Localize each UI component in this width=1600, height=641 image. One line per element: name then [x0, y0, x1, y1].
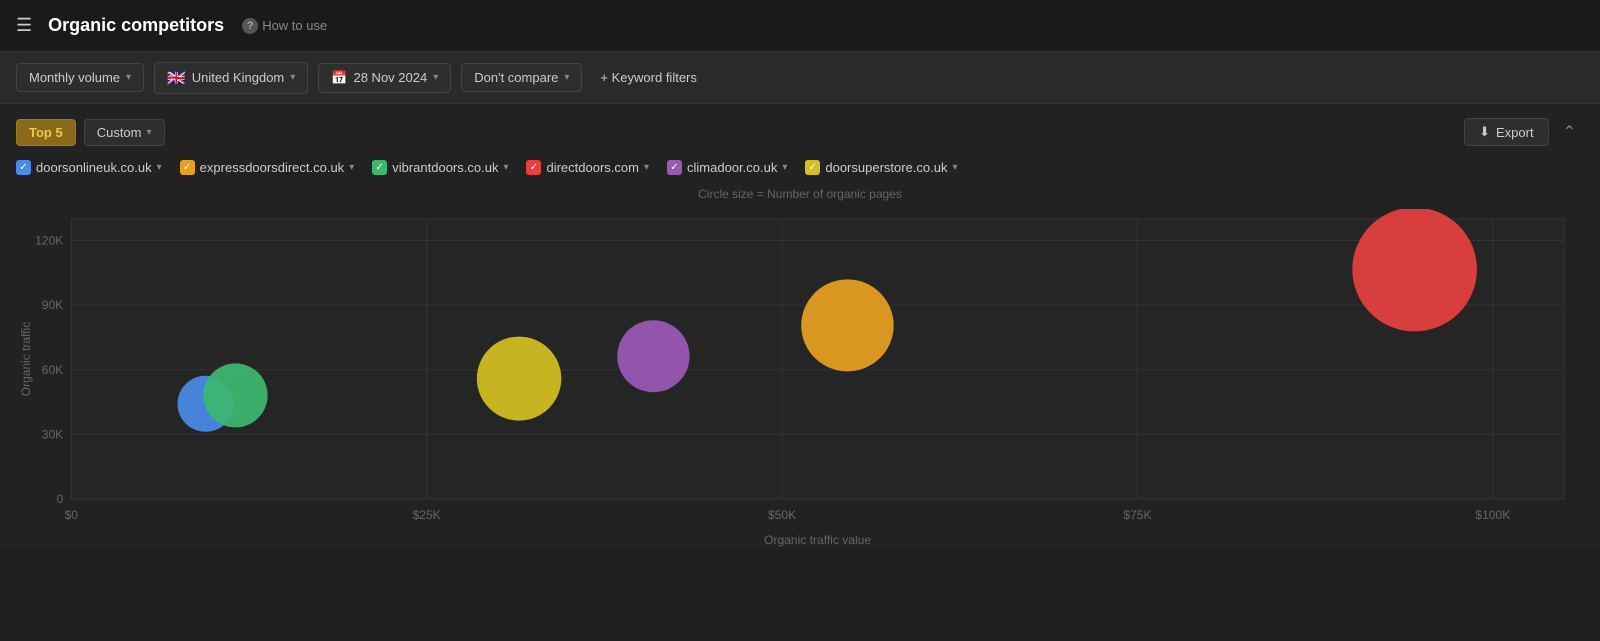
svg-text:30K: 30K [42, 427, 63, 441]
toolbar-right: ⬇ Export ⌃ [1464, 118, 1584, 146]
svg-text:120K: 120K [35, 234, 63, 248]
how-to-use-label: How to use [262, 18, 327, 33]
competitor-item-2[interactable]: ✓ vibrantdoors.co.uk ▾ [372, 160, 508, 175]
content-area: Top 5 Custom ▾ ⬇ Export ⌃ ✓ doorsonlineu… [0, 104, 1600, 549]
export-button[interactable]: ⬇ Export [1464, 118, 1548, 146]
svg-text:Organic traffic: Organic traffic [19, 322, 33, 396]
compare-filter-label: Don't compare [474, 70, 558, 85]
menu-icon[interactable]: ☰ [16, 15, 32, 36]
svg-text:0: 0 [57, 492, 64, 506]
toolbar-left: Top 5 Custom ▾ [16, 119, 165, 146]
volume-filter-label: Monthly volume [29, 70, 120, 85]
competitor-domain-2: vibrantdoors.co.uk [392, 160, 498, 175]
competitor-checkbox-3[interactable]: ✓ [526, 160, 541, 175]
competitor-item-3[interactable]: ✓ directdoors.com ▾ [526, 160, 649, 175]
competitor-chevron-2: ▾ [503, 162, 508, 173]
compare-filter-button[interactable]: Don't compare ▾ [461, 63, 582, 92]
volume-filter-button[interactable]: Monthly volume ▾ [16, 63, 144, 92]
competitor-domain-0: doorsonlineuk.co.uk [36, 160, 152, 175]
filter-bar: Monthly volume ▾ 🇬🇧 United Kingdom ▾ 📅 2… [0, 52, 1600, 104]
chart-area: 0 30K 60K 90K 120K $0 $25K $50K $75K $100K Organic… [16, 209, 1584, 549]
svg-text:Organic traffic value: Organic traffic value [764, 533, 871, 547]
competitor-domain-5: doorsuperstore.co.uk [825, 160, 947, 175]
collapse-button[interactable]: ⌃ [1555, 118, 1584, 146]
country-chevron-icon: ▾ [290, 72, 295, 83]
competitor-chevron-1: ▾ [349, 162, 354, 173]
date-filter-button[interactable]: 📅 28 Nov 2024 ▾ [318, 63, 451, 93]
calendar-icon: 📅 [331, 70, 347, 86]
svg-text:$50K: $50K [768, 508, 796, 522]
competitor-chevron-4: ▾ [782, 162, 787, 173]
competitor-chevron-3: ▾ [644, 162, 649, 173]
export-icon: ⬇ [1479, 124, 1490, 140]
competitor-checkbox-5[interactable]: ✓ [805, 160, 820, 175]
custom-chevron-icon: ▾ [147, 127, 152, 138]
competitor-chevron-5: ▾ [952, 162, 957, 173]
keyword-filters-button[interactable]: + Keyword filters [592, 64, 704, 91]
competitor-item-5[interactable]: ✓ doorsuperstore.co.uk ▾ [805, 160, 957, 175]
competitor-item-0[interactable]: ✓ doorsonlineuk.co.uk ▾ [16, 160, 162, 175]
competitor-checkbox-4[interactable]: ✓ [667, 160, 682, 175]
custom-button[interactable]: Custom ▾ [84, 119, 165, 146]
custom-label: Custom [97, 125, 142, 140]
competitor-domain-4: climadoor.co.uk [687, 160, 777, 175]
svg-text:$25K: $25K [413, 508, 441, 522]
svg-text:$100K: $100K [1475, 508, 1510, 522]
svg-text:90K: 90K [42, 298, 63, 312]
competitor-item-4[interactable]: ✓ climadoor.co.uk ▾ [667, 160, 787, 175]
date-filter-label: 28 Nov 2024 [353, 70, 427, 85]
keyword-filters-label: + Keyword filters [600, 70, 696, 85]
competitor-item-1[interactable]: ✓ expressdoorsdirect.co.uk ▾ [180, 160, 355, 175]
country-filter-label: United Kingdom [192, 70, 285, 85]
bubble-directdoors[interactable] [617, 320, 689, 392]
topbar: ☰ Organic competitors ? How to use [0, 0, 1600, 52]
competitor-row: ✓ doorsonlineuk.co.uk ▾ ✓ expressdoorsdi… [16, 160, 1584, 175]
help-icon: ? [242, 18, 258, 34]
date-chevron-icon: ▾ [433, 72, 438, 83]
chart-hint: Circle size = Number of organic pages [16, 187, 1584, 201]
competitor-domain-3: directdoors.com [546, 160, 638, 175]
svg-text:60K: 60K [42, 363, 63, 377]
bubble-vibrantdoors[interactable] [477, 337, 561, 421]
bubble-climadoor[interactable] [801, 279, 893, 371]
collapse-icon: ⌃ [1563, 124, 1576, 141]
export-label: Export [1496, 125, 1534, 140]
competitor-chevron-0: ▾ [157, 162, 162, 173]
svg-text:$0: $0 [65, 508, 79, 522]
competitor-domain-1: expressdoorsdirect.co.uk [200, 160, 345, 175]
competitor-checkbox-2[interactable]: ✓ [372, 160, 387, 175]
competitor-checkbox-0[interactable]: ✓ [16, 160, 31, 175]
how-to-use-link[interactable]: ? How to use [242, 18, 327, 34]
volume-chevron-icon: ▾ [126, 72, 131, 83]
country-filter-button[interactable]: 🇬🇧 United Kingdom ▾ [154, 62, 308, 94]
top5-button[interactable]: Top 5 [16, 119, 76, 146]
bubble-expressdoorsdirect[interactable] [203, 363, 267, 427]
compare-chevron-icon: ▾ [564, 72, 569, 83]
svg-text:$75K: $75K [1123, 508, 1151, 522]
page-title: Organic competitors [48, 15, 224, 36]
country-flag-icon: 🇬🇧 [167, 69, 186, 87]
competitor-checkbox-1[interactable]: ✓ [180, 160, 195, 175]
toolbar-row: Top 5 Custom ▾ ⬇ Export ⌃ [16, 118, 1584, 146]
bubble-doorsuperstore[interactable] [1352, 209, 1477, 331]
bubble-chart: 0 30K 60K 90K 120K $0 $25K $50K $75K $100K Organic… [16, 209, 1584, 549]
